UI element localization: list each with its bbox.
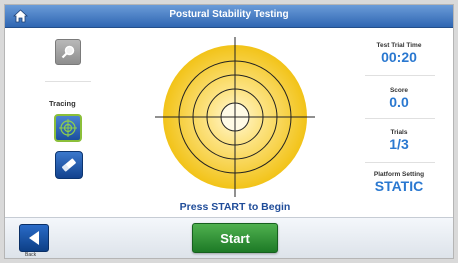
tracing-target-button[interactable] <box>54 114 82 142</box>
tracing-label: Tracing <box>49 99 76 108</box>
platform-setting: Platform Setting STATIC <box>359 171 439 194</box>
divider <box>45 81 91 82</box>
score: Score 0.0 <box>359 87 439 110</box>
erase-trace-button[interactable] <box>55 151 83 179</box>
test-trial-time: Test Trial Time 00:20 <box>359 42 439 65</box>
target-crosshair-icon <box>59 119 77 137</box>
screen: Postural Stability Testing Tracing Press… <box>4 4 454 259</box>
divider <box>365 75 435 76</box>
magnifier-icon <box>61 45 75 59</box>
footer-bar: Back Start <box>5 217 453 258</box>
stat-value: 00:20 <box>381 49 417 65</box>
zoom-button[interactable] <box>55 39 81 65</box>
page-title: Postural Stability Testing <box>169 9 289 20</box>
title-bar: Postural Stability Testing <box>5 5 453 28</box>
stat-label: Trials <box>390 129 408 136</box>
start-button[interactable]: Start <box>192 223 278 253</box>
stat-label: Platform Setting <box>373 171 425 178</box>
start-prompt: Press START to Begin <box>179 201 291 213</box>
stability-target <box>155 37 315 197</box>
back-arrow-icon <box>29 231 39 245</box>
back-button[interactable] <box>19 224 49 252</box>
target-rings <box>155 37 315 197</box>
stat-value: 1/3 <box>389 136 409 152</box>
trials: Trials 1/3 <box>359 129 439 152</box>
back-label: Back <box>25 252 37 258</box>
divider <box>365 118 435 119</box>
eraser-icon <box>62 158 76 172</box>
stat-label: Test Trial Time <box>376 42 422 49</box>
stat-value: STATIC <box>374 178 424 194</box>
divider <box>365 162 435 163</box>
stat-value: 0.0 <box>389 94 409 110</box>
stat-label: Score <box>389 87 409 94</box>
